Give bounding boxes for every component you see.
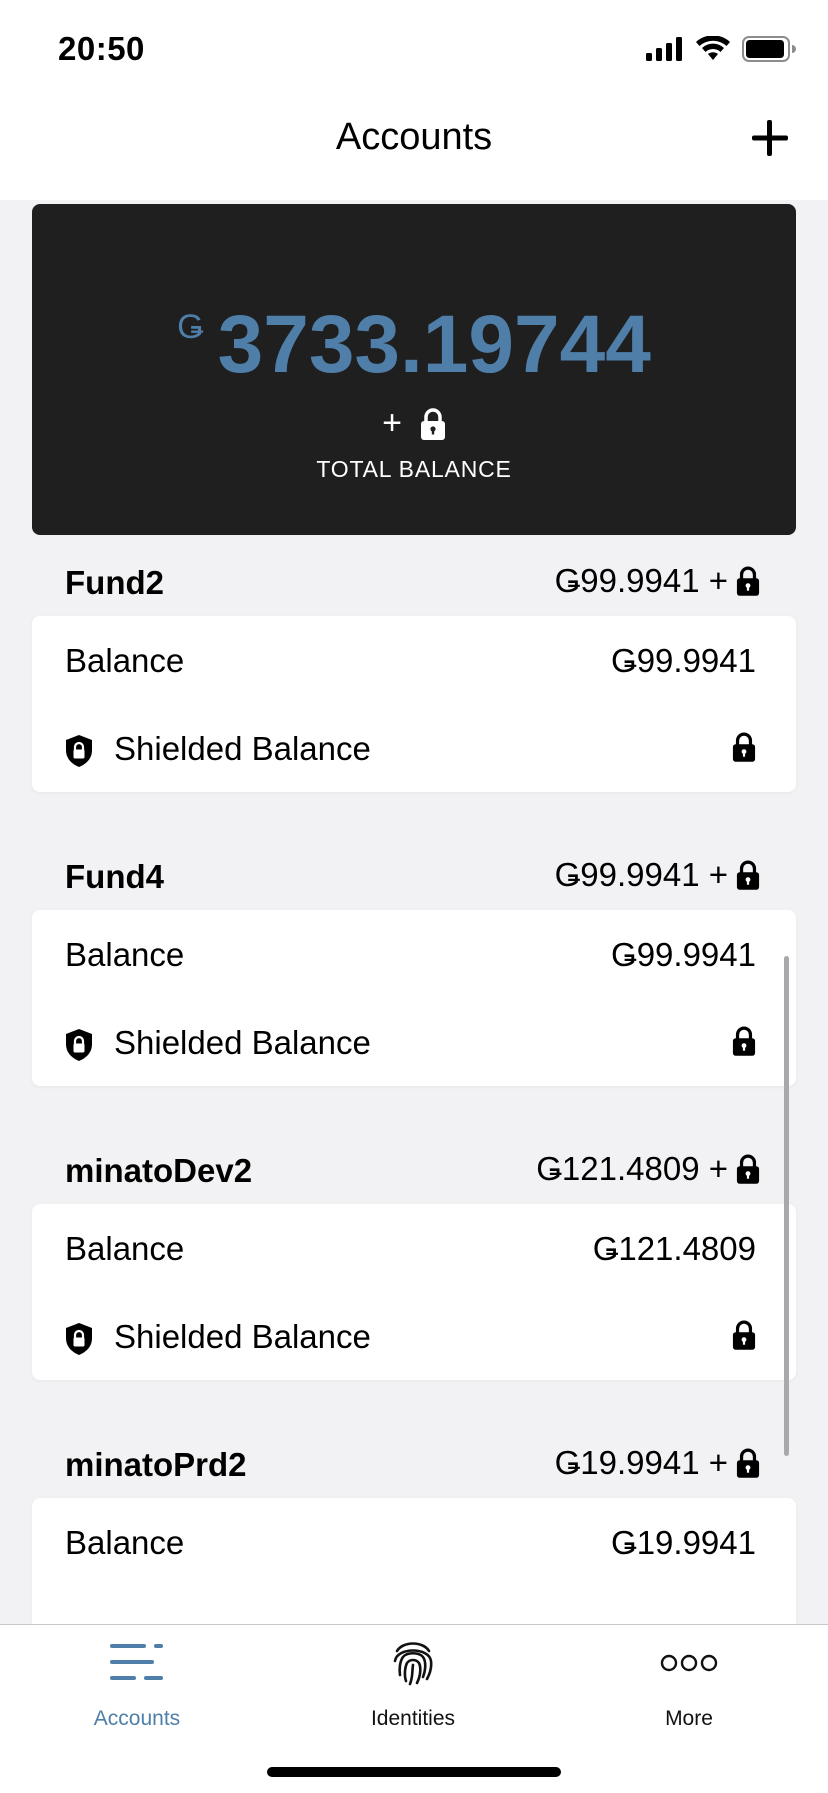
shielded-balance-row[interactable]: Shielded Balance [32, 704, 796, 792]
account-name: Fund4 [65, 858, 164, 895]
accounts-list[interactable]: Ǥ 3733.19744 + TOTAL BALANCE Fund2 Ǥ99.99… [0, 200, 828, 1624]
balance-value: Ǥ99.9941 [611, 936, 756, 973]
tab-identities-label: Identities [370, 1707, 456, 1730]
account-header[interactable]: minatoDev2 Ǥ121.4809 + [0, 1124, 828, 1204]
total-shielded-indicator: + [32, 404, 796, 443]
nav-bar: Accounts [0, 96, 828, 200]
balance-label: Balance [65, 642, 185, 679]
status-icons [646, 36, 796, 62]
tab-identities[interactable]: Identities [313, 1625, 513, 1745]
page-title: Accounts [335, 116, 493, 158]
account-name: minatoDev2 [65, 1152, 253, 1189]
add-account-button[interactable] [748, 116, 792, 160]
plus-icon [752, 120, 788, 156]
shield-lock-icon [66, 1029, 92, 1061]
list-icon [110, 1644, 163, 1680]
account-header[interactable]: Fund4 Ǥ99.9941 + [0, 830, 828, 910]
balance-row[interactable]: Balance Ǥ99.9941 [32, 910, 796, 998]
tab-accounts-label: Accounts [93, 1707, 181, 1730]
status-bar: 20:50 [0, 0, 828, 96]
shield-lock-icon [66, 735, 92, 767]
lock-icon [732, 732, 756, 762]
account-total-value: Ǥ99.9941 + [554, 856, 728, 893]
more-dots-icon [660, 1654, 718, 1672]
account-header[interactable]: Fund2 Ǥ99.9941 + [0, 536, 828, 616]
tab-more[interactable]: More [589, 1625, 789, 1745]
account-section: Fund2 Ǥ99.9941 + Balance Ǥ99.9941 Shield… [0, 536, 828, 792]
balance-row[interactable]: Balance Ǥ19.9941 [32, 1498, 796, 1586]
account-section: minatoDev2 Ǥ121.4809 + Balance Ǥ121.4809 [0, 1124, 828, 1380]
lock-icon [736, 860, 760, 890]
balance-value: Ǥ99.9941 [611, 642, 756, 679]
total-balance-card: Ǥ 3733.19744 + TOTAL BALANCE [32, 204, 796, 535]
shielded-balance-row[interactable]: Shielded Balance [32, 1292, 796, 1380]
total-balance-amount: Ǥ 3733.19744 [32, 304, 796, 386]
lock-icon [736, 1448, 760, 1478]
shielded-balance-label: Shielded Balance [114, 1024, 371, 1061]
balance-row[interactable]: Balance Ǥ99.9941 [32, 616, 796, 704]
balance-label: Balance [65, 936, 185, 973]
account-section: minatoPrd2 Ǥ19.9941 + Balance Ǥ19.9941 [0, 1418, 828, 1624]
total-balance-value: 3733.19744 [217, 299, 651, 390]
shielded-balance-row[interactable] [32, 1586, 796, 1624]
lock-icon [732, 1320, 756, 1350]
account-header[interactable]: minatoPrd2 Ǥ19.9941 + [0, 1418, 828, 1498]
home-indicator [267, 1767, 561, 1777]
shielded-balance-row[interactable]: Shielded Balance [32, 998, 796, 1086]
account-card[interactable]: Balance Ǥ19.9941 [32, 1498, 796, 1624]
account-total: Ǥ99.9941 + [555, 562, 760, 600]
lock-icon [420, 407, 445, 440]
tab-accounts[interactable]: Accounts [37, 1625, 237, 1745]
fingerprint-icon [393, 1642, 433, 1686]
account-total: Ǥ99.9941 + [555, 856, 760, 894]
account-total-value: Ǥ121.4809 + [536, 1150, 728, 1187]
currency-symbol: Ǥ [177, 308, 204, 346]
plus-sign: + [382, 404, 402, 442]
shielded-balance-label: Shielded Balance [114, 1318, 371, 1355]
tab-more-label: More [665, 1707, 713, 1730]
account-section: Fund4 Ǥ99.9941 + Balance Ǥ99.9941 Shield… [0, 830, 828, 1086]
shielded-balance-label: Shielded Balance [114, 730, 371, 767]
balance-label: Balance [65, 1230, 185, 1267]
lock-icon [736, 1154, 760, 1184]
account-total-value: Ǥ99.9941 + [554, 562, 728, 599]
scrollbar[interactable] [784, 956, 789, 1456]
balance-value: Ǥ19.9941 [611, 1524, 756, 1561]
cellular-signal-icon [646, 37, 682, 61]
account-name: minatoPrd2 [65, 1446, 247, 1483]
account-total: Ǥ19.9941 + [555, 1444, 760, 1482]
account-total-value: Ǥ19.9941 + [554, 1444, 728, 1481]
account-total: Ǥ121.4809 + [536, 1150, 760, 1188]
balance-label: Balance [65, 1524, 185, 1561]
shield-lock-icon [66, 1323, 92, 1355]
account-name: Fund2 [65, 564, 164, 601]
balance-row[interactable]: Balance Ǥ121.4809 [32, 1204, 796, 1292]
wifi-icon [696, 36, 730, 60]
status-time: 20:50 [58, 30, 145, 67]
account-card[interactable]: Balance Ǥ121.4809 Shielded Balance [32, 1204, 796, 1380]
battery-icon [742, 36, 796, 62]
balance-value: Ǥ121.4809 [592, 1230, 756, 1267]
lock-icon [732, 1026, 756, 1056]
account-card[interactable]: Balance Ǥ99.9941 Shielded Balance [32, 910, 796, 1086]
lock-icon [736, 566, 760, 596]
total-balance-label: TOTAL BALANCE [316, 456, 512, 482]
account-card[interactable]: Balance Ǥ99.9941 Shielded Balance [32, 616, 796, 792]
